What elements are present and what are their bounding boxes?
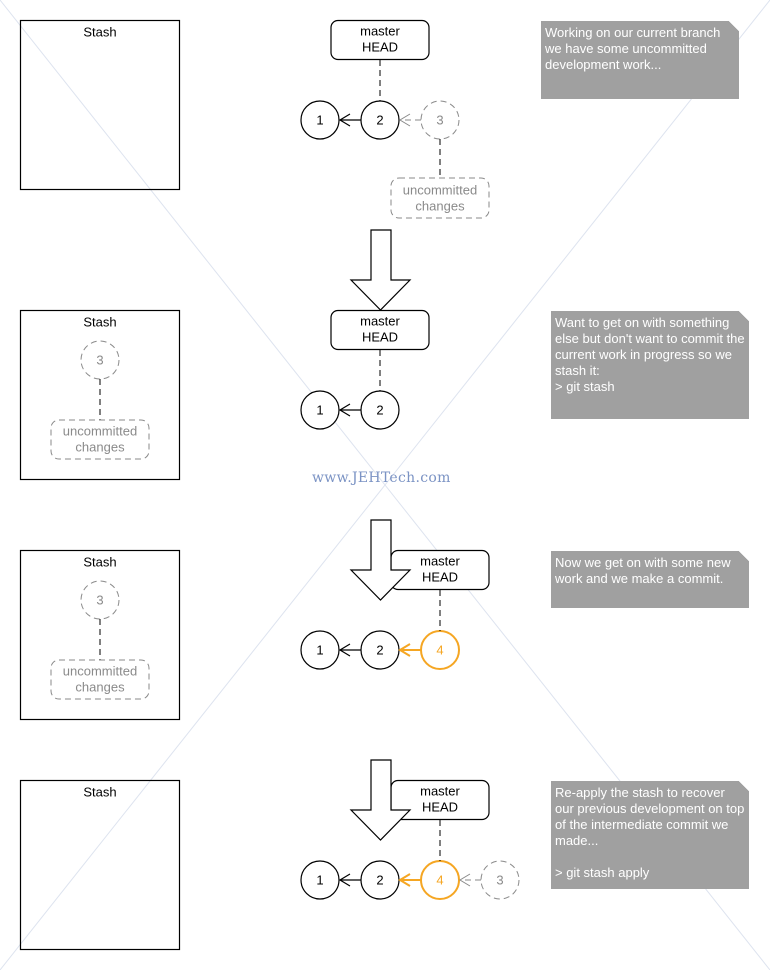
- head-label: HEAD: [362, 329, 398, 344]
- parent-arrow: [338, 643, 361, 657]
- uncommitted-changes: uncommittedchanges: [390, 139, 490, 219]
- uncommitted-label: uncommitted: [403, 182, 477, 197]
- stash-title: Stash: [83, 784, 116, 799]
- note-fold-line: [729, 21, 739, 31]
- parent-arrow: [338, 873, 361, 887]
- commit-label: 1: [316, 112, 323, 127]
- step-3: Stash 3 uncommittedchanges 1 2 4 masterHEAD: [19, 549, 490, 721]
- commit-graph: 12: [300, 390, 400, 430]
- stash-panel: Stash 3 uncommittedchanges: [19, 309, 181, 481]
- stash-uncommitted-label: uncommitted: [63, 423, 137, 438]
- note-fold-line: [739, 551, 749, 561]
- commit-label: 4: [436, 872, 443, 887]
- stash-commit-label: 3: [96, 352, 103, 367]
- step-1: Stash 1 2 3 masterHEAD uncommittedchanges: [19, 19, 490, 219]
- stash-uncommitted-label: changes: [75, 439, 125, 454]
- stash-title: Stash: [83, 24, 116, 39]
- parent-arrow: [398, 873, 421, 887]
- note-fold-line: [739, 311, 749, 321]
- branch-name: master: [360, 313, 400, 328]
- branch-name: master: [420, 553, 460, 568]
- commit-label: 1: [316, 642, 323, 657]
- stash-uncommitted-label: uncommitted: [63, 663, 137, 678]
- head-label: HEAD: [422, 799, 458, 814]
- commit-label: 4: [436, 642, 443, 657]
- step-note: Working on our current branch we have so…: [541, 21, 739, 99]
- commit-graph: 1 2 4 3: [300, 860, 520, 900]
- watermark-text: www.JEHTech.com: [312, 470, 451, 486]
- stash-panel: Stash 3 uncommittedchanges: [19, 549, 181, 721]
- step-4: Stash 1 2 4 3 masterHEAD: [19, 779, 520, 951]
- note-text: Want to get on with something else but d…: [555, 315, 745, 394]
- stash-uncommitted-label: changes: [75, 679, 125, 694]
- commit-label: 2: [376, 402, 383, 417]
- stash-box: [19, 779, 181, 951]
- stash-panel: Stash: [19, 779, 181, 951]
- step-note: Now we get on with some new work and we …: [551, 551, 749, 608]
- note-fold-line: [739, 781, 749, 791]
- step-2: Stash3uncommittedchanges1 2masterHEAD: [19, 309, 430, 481]
- commit-graph: 1 2 3: [300, 100, 460, 140]
- stash-box: [19, 19, 181, 191]
- note-text: Now we get on with some new work and we …: [555, 555, 731, 586]
- head-label: HEAD: [422, 569, 458, 584]
- branch-pointer: masterHEAD: [390, 779, 490, 861]
- parent-arrow: [338, 403, 361, 417]
- branch-pointer: masterHEAD: [330, 309, 430, 391]
- down-arrow-icon: [349, 229, 412, 311]
- stash-panel: Stash: [19, 19, 181, 191]
- branch-name: master: [360, 23, 400, 38]
- parent-arrow: [459, 873, 481, 887]
- stash-title: Stash: [83, 314, 116, 329]
- commit-label: 3: [496, 872, 503, 887]
- commit-label: 1: [316, 872, 323, 887]
- commit-label: 2: [376, 642, 383, 657]
- step-note: Want to get on with something else but d…: [551, 311, 749, 419]
- commit-label: 1: [316, 402, 323, 417]
- head-label: HEAD: [362, 39, 398, 54]
- commit-label: 3: [436, 112, 443, 127]
- branch-name: master: [420, 783, 460, 798]
- stash-commit-label: 3: [96, 592, 103, 607]
- step-note: Re-apply the stash to recover our previo…: [551, 781, 749, 889]
- note-text: Working on our current branch we have so…: [545, 25, 721, 72]
- parent-arrow: [338, 113, 361, 127]
- note-text: Re-apply the stash to recover our previo…: [555, 785, 745, 880]
- stash-title: Stash: [83, 554, 116, 569]
- commit-graph: 1 2 4: [300, 630, 460, 670]
- parent-arrow: [398, 643, 421, 657]
- branch-pointer: masterHEAD: [390, 549, 490, 631]
- commit-label: 2: [376, 872, 383, 887]
- uncommitted-label: changes: [415, 198, 465, 213]
- branch-pointer: masterHEAD: [330, 19, 430, 101]
- commit-label: 2: [376, 112, 383, 127]
- parent-arrow: [399, 113, 421, 127]
